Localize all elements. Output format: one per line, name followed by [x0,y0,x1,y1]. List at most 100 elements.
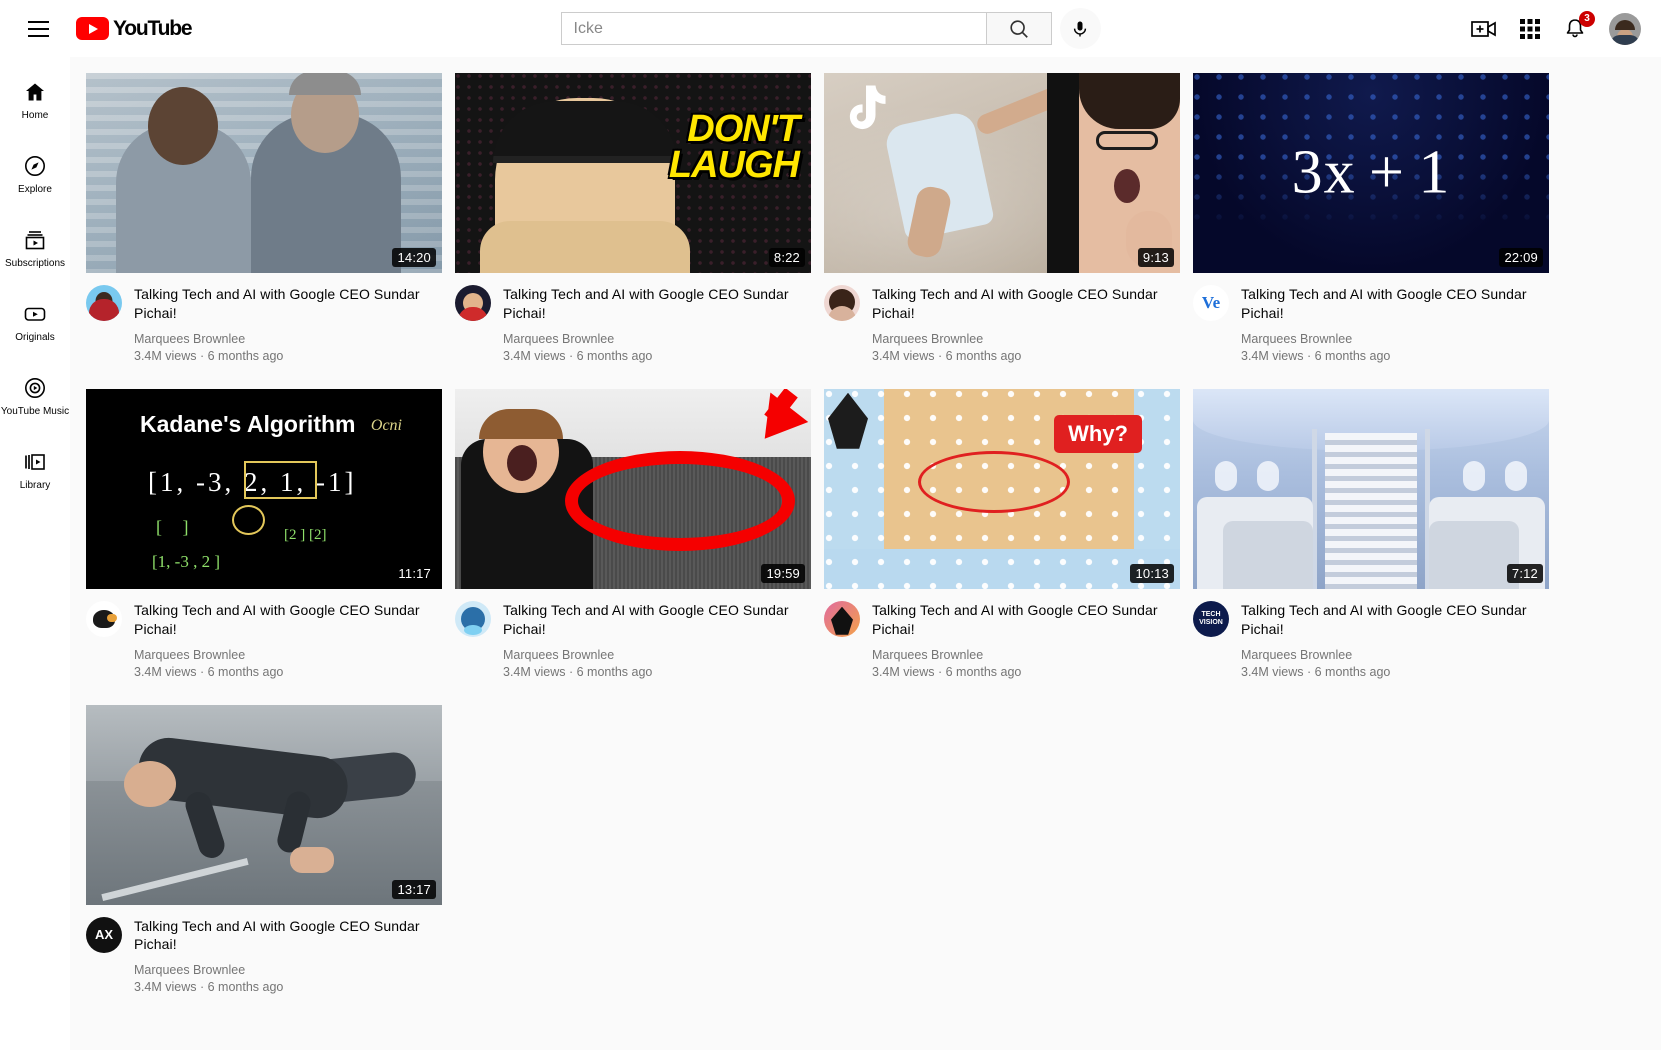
sidebar-item-explore[interactable]: Explore [0,137,70,211]
video-card[interactable]: 9:13 Talking Tech and AI with Google CEO… [824,73,1180,363]
video-meta: Talking Tech and AI with Google CEO Sund… [86,285,442,363]
compass-icon [25,155,45,176]
channel-avatar[interactable] [455,600,491,637]
video-duration: 8:22 [768,248,805,267]
home-icon [26,83,44,100]
video-thumbnail[interactable]: 19:59 [455,388,811,589]
thumbnail-notes-1: [ ] [156,516,197,537]
video-card[interactable]: 19:59 Talking Tech and AI with Google CE… [455,388,811,679]
thumbnail-art-collatz-3x-plus-1: 3x + 1 [1193,73,1549,273]
video-duration: 11:17 [393,563,436,583]
sidebar-label-library: Library [19,479,51,491]
video-thumbnail[interactable]: 13:17 [86,704,442,905]
video-title[interactable]: Talking Tech and AI with Google CEO Sund… [503,601,801,639]
thumbnail-signature: Ocni [370,416,402,434]
topbar-left-section: YouTube [0,9,330,49]
user-avatar[interactable] [1609,12,1641,45]
thumbnail-notes-2: [2 ] [2] [284,526,327,543]
channel-avatar[interactable] [86,285,122,321]
video-title[interactable]: Talking Tech and AI with Google CEO Sund… [1241,601,1539,639]
video-thumbnail[interactable]: 14:20 [86,73,442,273]
video-card[interactable]: Why? 10:13 Talking Tech and AI with Goog… [824,388,1180,679]
search-input[interactable] [561,13,986,44]
thumbnail-art-flight-map-why: Why? [824,388,1180,589]
sidebar-item-subscriptions[interactable]: Subscriptions [0,211,70,285]
search-button[interactable] [985,12,1052,45]
thumbnail-art-pushup-workout [86,704,442,905]
topbar-center-section [330,8,1331,49]
video-channel-name[interactable]: Marquees Brownlee [503,648,801,662]
channel-avatar[interactable] [86,600,122,637]
video-title[interactable]: Talking Tech and AI with Google CEO Sund… [872,285,1170,323]
video-card[interactable]: 14:20 Talking Tech and AI with Google CE… [86,73,442,363]
video-duration: 9:13 [1137,248,1174,267]
channel-avatar[interactable] [824,600,860,637]
channel-avatar[interactable]: AX [86,916,122,953]
channel-avatar[interactable] [824,285,860,321]
video-card[interactable]: Kadane's Algorithm Ocni [1, -3, 2, 1, -1… [86,388,442,679]
sidebar-item-home[interactable]: Home [0,63,70,137]
video-thumbnail[interactable]: Why? 10:13 [824,388,1180,589]
thumbnail-art-tiktok-beach-reaction [824,73,1180,273]
thumbnail-text-dont-laugh: DON'T LAUGH [668,108,800,187]
video-meta: Talking Tech and AI with Google CEO Sund… [824,285,1180,363]
channel-avatar[interactable]: Ve [1193,285,1229,321]
youtube-logo[interactable]: YouTube [76,16,193,41]
video-grid-container: 14:20 Talking Tech and AI with Google CE… [70,57,1661,1050]
thumbnail-notes-3: [1, -3 , 2 ] [152,551,220,571]
video-card[interactable]: 7:12 TECH VISION Talking Tech and AI wit… [1193,388,1549,679]
video-title[interactable]: Talking Tech and AI with Google CEO Sund… [503,285,801,323]
microphone-icon [1073,21,1087,36]
video-stats: 3.4M views · 6 months ago [134,980,284,995]
video-title[interactable]: Talking Tech and AI with Google CEO Sund… [134,917,432,955]
youtube-apps-button[interactable] [1519,18,1541,40]
video-title[interactable]: Talking Tech and AI with Google CEO Sund… [1241,285,1539,323]
search-box[interactable] [560,12,986,45]
thumbnail-label-why: Why? [1054,414,1142,453]
channel-avatar[interactable] [455,285,491,321]
hamburger-menu-icon[interactable] [18,9,58,49]
video-channel-name[interactable]: Marquees Brownlee [872,648,1170,662]
video-channel-name[interactable]: Marquees Brownlee [503,332,801,346]
video-duration: 14:20 [392,248,436,267]
sidebar-item-youtube-music[interactable]: YouTube Music [0,359,70,433]
library-icon [25,453,45,470]
video-thumbnail[interactable]: DON'T LAUGH 8:22 [455,73,811,273]
voice-search-button[interactable] [1059,8,1101,49]
avatar-hair [1615,20,1635,31]
video-meta: Talking Tech and AI with Google CEO Sund… [455,285,811,363]
video-channel-name[interactable]: Marquees Brownlee [1241,648,1539,662]
video-card[interactable]: 3x + 1 22:09 Ve Talking Tech and AI with… [1193,73,1549,363]
video-stats: 3.4M views · 6 months ago [872,664,1022,679]
video-channel-name[interactable]: Marquees Brownlee [872,332,1170,346]
youtube-wordmark: YouTube [113,16,193,40]
video-card[interactable]: DON'T LAUGH 8:22 Talking Tech and AI with… [455,73,811,363]
video-thumbnail[interactable]: Kadane's Algorithm Ocni [1, -3, 2, 1, -1… [86,388,442,589]
video-title[interactable]: Talking Tech and AI with Google CEO Sund… [872,601,1170,639]
thumbnail-art-kadanes-algorithm: Kadane's Algorithm Ocni [1, -3, 2, 1, -1… [86,388,442,589]
video-channel-name[interactable]: Marquees Brownlee [134,963,432,977]
video-thumbnail[interactable]: 3x + 1 22:09 [1193,73,1549,273]
video-plus-icon [1471,20,1496,37]
video-channel-name[interactable]: Marquees Brownlee [134,332,432,346]
video-title[interactable]: Talking Tech and AI with Google CEO Sund… [134,285,432,323]
sidebar-item-originals[interactable]: Originals [0,285,70,359]
channel-avatar[interactable]: TECH VISION [1193,600,1229,637]
music-icon [25,377,45,398]
video-card[interactable]: 13:17 AX Talking Tech and AI with Google… [86,704,442,995]
notifications-button[interactable]: 3 [1563,10,1595,41]
create-video-button[interactable] [1471,18,1497,40]
sidebar-label-originals: Originals [15,331,55,343]
video-title[interactable]: Talking Tech and AI with Google CEO Sund… [134,601,432,639]
video-meta: Talking Tech and AI with Google CEO Sund… [455,600,811,679]
search-icon [1009,19,1028,38]
video-channel-name[interactable]: Marquees Brownlee [134,648,432,662]
video-channel-name[interactable]: Marquees Brownlee [1241,332,1539,346]
video-thumbnail[interactable]: 7:12 [1193,388,1549,589]
video-stats: 3.4M views · 6 months ago [134,664,284,679]
video-duration: 13:17 [392,879,436,899]
search-area [560,8,1101,49]
video-stats: 3.4M views · 6 months ago [134,348,284,363]
video-thumbnail[interactable]: 9:13 [824,73,1180,273]
sidebar-item-library[interactable]: Library [0,433,70,507]
